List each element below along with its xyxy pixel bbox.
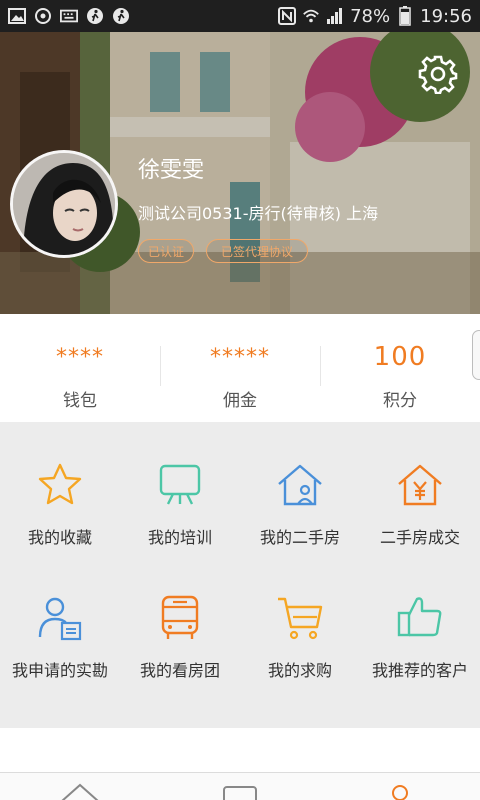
points-value: 100: [373, 342, 427, 372]
walk-icon: [86, 8, 104, 24]
menu-item-second-hand-deals[interactable]: 二手房成交: [360, 422, 480, 555]
wallet-label: 钱包: [63, 391, 97, 411]
house-user-icon: [278, 464, 322, 506]
edge-panel-handle[interactable]: [472, 330, 480, 380]
bus-icon: [161, 595, 199, 639]
menu-item-survey-applications[interactable]: 我申请的实勘: [0, 555, 120, 688]
image-icon: [8, 8, 26, 24]
menu-label: 我推荐的客户: [371, 661, 468, 680]
menu-label: 我的培训: [147, 528, 212, 547]
menu-label: 二手房成交: [379, 528, 460, 547]
menu-grid: 我的收藏 我的培训 我的二手房 二手房成交 我申请的实勘 我的看房团 我的求购 …: [0, 422, 480, 728]
profile-header: 徐雯雯 测试公司0531-房行(待审核) 上海 已认证 已签代理协议: [0, 32, 480, 314]
menu-label: 我的二手房: [259, 528, 340, 547]
wallet-value: ****: [56, 344, 104, 370]
star-icon: [38, 463, 82, 505]
commission-value: *****: [210, 344, 270, 370]
menu-item-purchase-requests[interactable]: 我的求购: [240, 555, 360, 688]
points-label: 积分: [383, 391, 417, 411]
sync-icon: [34, 8, 52, 24]
message-icon[interactable]: [218, 781, 262, 800]
menu-label: 我的收藏: [27, 528, 92, 547]
verified-badge: 已认证: [138, 239, 194, 263]
house-yen-icon: [398, 464, 442, 506]
menu-item-favorites[interactable]: 我的收藏: [0, 422, 120, 555]
user-name: 徐雯雯: [138, 158, 205, 183]
menu-label: 我申请的实勘: [11, 661, 108, 680]
wifi-icon: [302, 8, 320, 24]
keyboard-icon: [60, 8, 78, 24]
menu-label: 我的看房团: [139, 661, 220, 680]
menu-item-recommended-clients[interactable]: 我推荐的客户: [360, 555, 480, 688]
thumbs-up-icon: [397, 597, 442, 637]
bottom-nav: [0, 772, 480, 800]
menu-label: 我的求购: [267, 661, 332, 680]
settings-gear-icon[interactable]: [418, 54, 458, 95]
wallet-stat[interactable]: **** 钱包: [0, 314, 160, 422]
commission-label: 佣金: [223, 391, 257, 411]
menu-item-training[interactable]: 我的培训: [120, 422, 240, 555]
clock: 19:56: [420, 5, 472, 27]
menu-item-second-hand-house[interactable]: 我的二手房: [240, 422, 360, 555]
battery-percent: 78%: [350, 5, 391, 27]
stats-bar: **** 钱包 ***** 佣金 100 积分: [0, 314, 480, 422]
commission-stat[interactable]: ***** 佣金: [160, 314, 320, 422]
walk-icon: [112, 8, 130, 24]
menu-item-viewing-groups[interactable]: 我的看房团: [120, 555, 240, 688]
company-info: 测试公司0531-房行(待审核) 上海: [138, 204, 379, 223]
signal-icon: [326, 8, 344, 24]
person-document-icon: [38, 597, 82, 641]
nfc-icon: [278, 7, 297, 25]
profile-icon[interactable]: [378, 781, 422, 800]
battery-icon: [396, 6, 414, 26]
content-spacer: [0, 728, 480, 772]
avatar[interactable]: [10, 150, 118, 258]
points-stat[interactable]: 100 积分: [320, 314, 480, 422]
shopping-cart-icon: [278, 597, 323, 640]
presentation-board-icon: [159, 464, 201, 505]
home-icon[interactable]: [58, 781, 102, 800]
agreement-badge: 已签代理协议: [206, 239, 308, 263]
status-bar: 78% 19:56: [0, 0, 480, 32]
